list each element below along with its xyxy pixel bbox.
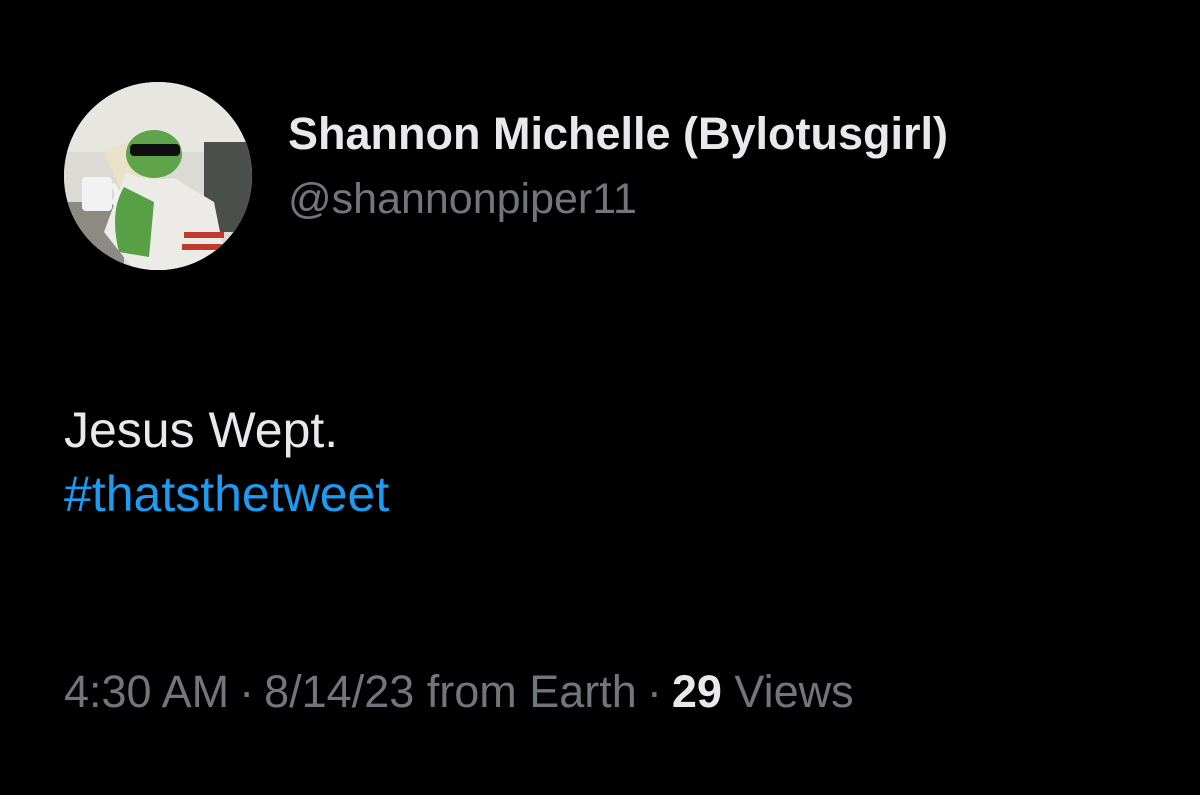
tweet-source: from Earth <box>426 666 637 717</box>
avatar-image <box>64 82 252 270</box>
avatar[interactable] <box>64 82 252 270</box>
handle[interactable]: @shannonpiper11 <box>288 174 948 224</box>
display-name[interactable]: Shannon Michelle (Bylotusgirl) <box>288 108 948 160</box>
views-count[interactable]: 29 <box>672 666 722 717</box>
separator: · <box>239 666 255 717</box>
tweet-text-line: Jesus Wept. <box>64 402 339 458</box>
author-block: Shannon Michelle (Bylotusgirl) @shannonp… <box>288 108 948 224</box>
tweet-date[interactable]: 8/14/23 <box>264 666 414 717</box>
tweet-metadata: 4:30 AM · 8/14/23 from Earth · 29 Views <box>64 664 854 720</box>
tweet[interactable]: Shannon Michelle (Bylotusgirl) @shannonp… <box>0 0 1200 795</box>
tweet-time[interactable]: 4:30 AM <box>64 666 229 717</box>
views-label[interactable]: Views <box>734 666 853 717</box>
separator: · <box>646 666 662 717</box>
tweet-text: Jesus Wept. #thatsthetweet <box>64 398 389 526</box>
hashtag-link[interactable]: #thatsthetweet <box>64 462 389 526</box>
